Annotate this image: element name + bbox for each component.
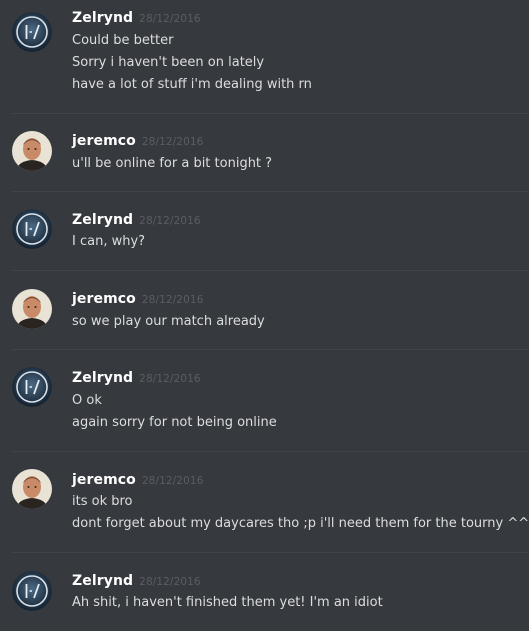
jeremco-avatar[interactable]: [12, 131, 52, 171]
zelrynd-logo-icon: [12, 209, 52, 249]
message-timestamp: 28/12/2016: [141, 294, 204, 306]
author-name[interactable]: jeremco: [72, 133, 136, 149]
message-line: its ok bro: [72, 494, 133, 509]
message-line: Could be better: [72, 33, 174, 48]
jeremco-photo-icon: [12, 131, 52, 171]
message-divider: [12, 349, 529, 350]
message-author[interactable]: Zelrynd 28/12/2016: [72, 573, 201, 589]
author-name[interactable]: Zelrynd: [72, 573, 133, 589]
message-timestamp: 28/12/2016: [141, 475, 204, 487]
message-line: u'll be online for a bit tonight ?: [72, 156, 273, 171]
message-author[interactable]: jeremco 28/12/2016: [72, 291, 203, 307]
zelrynd-avatar[interactable]: [12, 367, 52, 407]
zelrynd-avatar[interactable]: [12, 12, 52, 52]
author-name[interactable]: Zelrynd: [72, 370, 133, 386]
message-line: have a lot of stuff i'm dealing with rn: [72, 77, 312, 92]
jeremco-photo-icon: [12, 289, 52, 329]
message-timestamp: 28/12/2016: [139, 215, 201, 227]
message-line: I can, why?: [72, 234, 146, 249]
author-name[interactable]: Zelrynd: [72, 10, 133, 26]
chat-messages: Zelrynd 28/12/2016 Could be better Sorry …: [0, 0, 529, 631]
author-name[interactable]: Zelrynd: [72, 212, 133, 228]
message-line: Ah shit, i haven't finished them yet! I'…: [72, 595, 383, 610]
message-timestamp: 28/12/2016: [139, 13, 201, 25]
jeremco-avatar[interactable]: [12, 469, 52, 509]
author-name[interactable]: jeremco: [72, 291, 136, 307]
jeremco-photo-icon: [12, 469, 52, 509]
zelrynd-avatar[interactable]: [12, 571, 52, 611]
message-timestamp: 28/12/2016: [139, 576, 201, 588]
message-author[interactable]: Zelrynd 28/12/2016: [72, 212, 201, 228]
message-author[interactable]: jeremco 28/12/2016: [72, 133, 203, 149]
zelrynd-logo-icon: [12, 571, 52, 611]
message-author[interactable]: Zelrynd 28/12/2016: [72, 370, 201, 386]
zelrynd-logo-icon: [12, 12, 52, 52]
message-line: so we play our match already: [72, 314, 265, 329]
message-timestamp: 28/12/2016: [139, 373, 201, 385]
message-line: dont forget about my daycares tho ;p i'l…: [72, 516, 529, 531]
jeremco-avatar[interactable]: [12, 289, 52, 329]
message-line: again sorry for not being online: [72, 415, 277, 430]
message-author[interactable]: Zelrynd 28/12/2016: [72, 10, 201, 26]
message-divider: [12, 552, 529, 553]
message-line: O ok: [72, 393, 102, 408]
message-divider: [12, 191, 529, 192]
zelrynd-logo-icon: [12, 367, 52, 407]
message-line: Sorry i haven't been on lately: [72, 55, 265, 70]
message-divider: [12, 113, 529, 114]
message-timestamp: 28/12/2016: [141, 136, 204, 148]
author-name[interactable]: jeremco: [72, 472, 136, 488]
message-divider: [12, 270, 529, 271]
message-divider: [12, 451, 529, 452]
zelrynd-avatar[interactable]: [12, 209, 52, 249]
message-author[interactable]: jeremco 28/12/2016: [72, 472, 203, 488]
